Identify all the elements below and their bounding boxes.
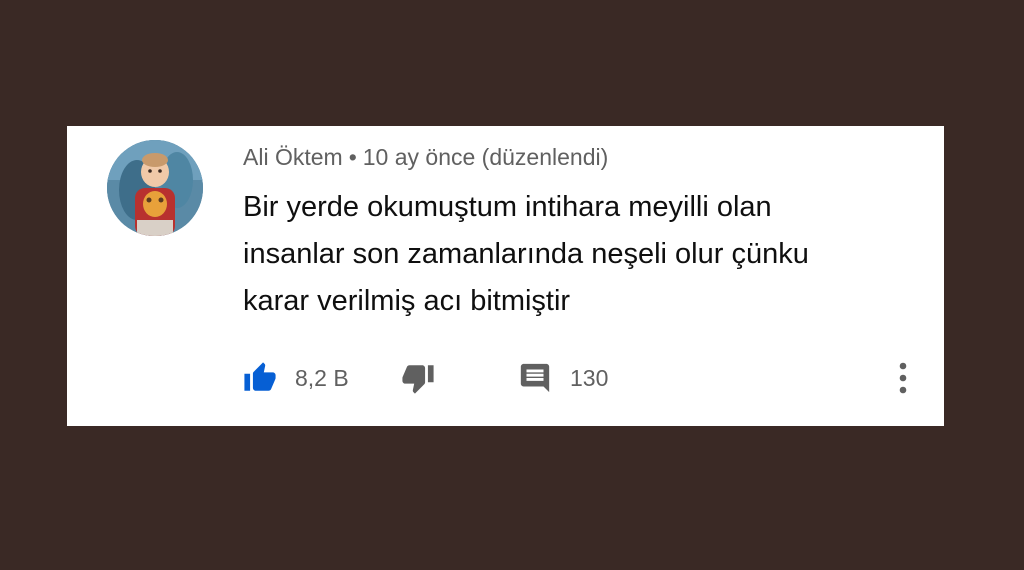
posted-time[interactable]: 10 ay önce (düzenlendi)	[363, 144, 609, 170]
comment-card: Ali Öktem • 10 ay önce (düzenlendi) Bir ye…	[67, 126, 944, 426]
comment-line: insanlar son zamanlarında neşeli olur çü…	[243, 238, 809, 270]
comment-icon	[518, 361, 552, 395]
like-count: 8,2 B	[295, 364, 349, 391]
thumbs-down-icon	[401, 361, 435, 395]
reply-button[interactable]: 130	[518, 358, 608, 398]
meta-separator: •	[348, 144, 357, 170]
more-vertical-icon	[898, 361, 908, 395]
thumbs-up-icon	[243, 361, 277, 395]
comment-header: Ali Öktem • 10 ay önce (düzenlendi)	[243, 144, 608, 171]
comment-actions: 8,2 B 130	[243, 358, 923, 398]
avatar[interactable]	[107, 140, 203, 236]
more-options-button[interactable]	[883, 358, 923, 398]
dislike-button[interactable]	[401, 358, 435, 398]
like-button[interactable]: 8,2 B	[243, 358, 349, 398]
author-name[interactable]: Ali Öktem	[243, 144, 343, 170]
comment-line: karar verilmiş acı bitmiştir	[243, 285, 571, 317]
reply-count: 130	[570, 364, 609, 391]
comment-text: Bir yerde okumuştum intihara meyilli ola…	[243, 184, 923, 325]
comment-line: Bir yerde okumuştum intihara meyilli ola…	[243, 191, 772, 223]
